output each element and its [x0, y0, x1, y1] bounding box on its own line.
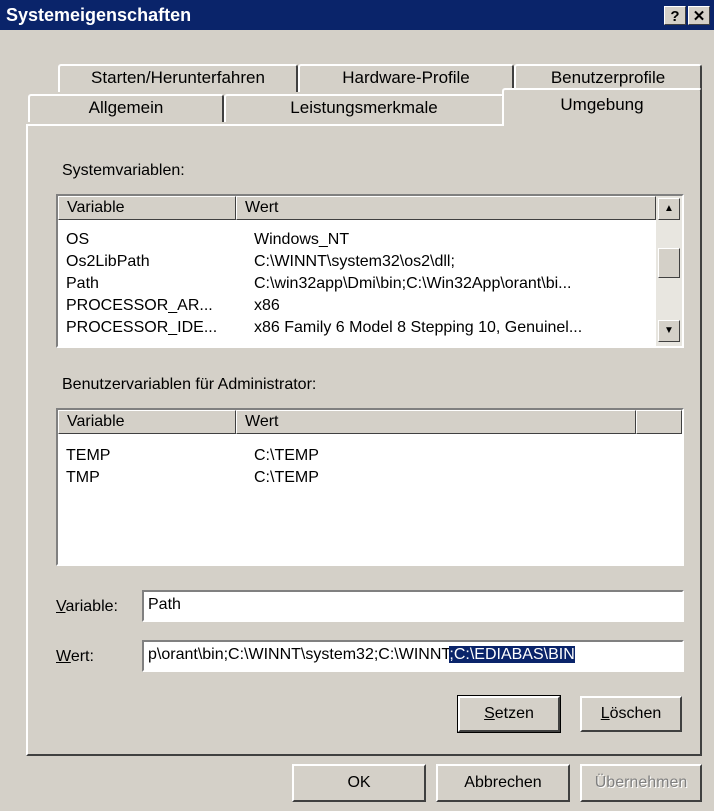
cell-wert: Windows_NT [254, 231, 350, 248]
tab-allgemein[interactable]: Allgemein [28, 94, 224, 122]
tab-label: Allgemein [88, 98, 164, 117]
vertical-scrollbar[interactable]: ▲ ▼ [656, 196, 682, 346]
systemvariablen-label: Systemvariablen: [62, 162, 185, 179]
help-button[interactable]: ? [664, 6, 686, 25]
title-bar: Systemeigenschaften ? ✕ [0, 0, 714, 30]
window-title: Systemeigenschaften [6, 5, 192, 25]
tab-starten[interactable]: Starten/Herunterfahren [58, 64, 298, 92]
tab-leistungsmerkmale[interactable]: Leistungsmerkmale [224, 94, 504, 122]
user-variables-list[interactable]: Variable Wert TEMP C:\TEMP TMP C:\TEMP [56, 408, 684, 566]
cell-variable: TEMP [66, 447, 111, 464]
cell-variable: Os2LibPath [66, 253, 150, 270]
help-icon: ? [670, 8, 680, 25]
tab-hardware-profile[interactable]: Hardware-Profile [298, 64, 514, 92]
cell-variable: PROCESSOR_IDE... [66, 319, 218, 336]
cell-wert: x86 [254, 297, 280, 314]
uebernehmen-button[interactable]: Übernehmen [580, 764, 702, 802]
column-header-wert[interactable]: Wert [236, 410, 636, 434]
column-header-variable[interactable]: Variable [58, 410, 236, 434]
cell-wert: C:\win32app\Dmi\bin;C:\Win32App\orant\bi… [254, 275, 572, 292]
tab-label: Starten/Herunterfahren [91, 68, 265, 87]
wert-input[interactable]: p\orant\bin;C:\WINNT\system32;C:\WINNT;C… [142, 640, 684, 672]
cell-variable: TMP [66, 469, 100, 486]
close-button[interactable]: ✕ [688, 6, 710, 25]
cell-wert: C:\TEMP [254, 447, 319, 464]
scroll-down-button[interactable]: ▼ [658, 320, 680, 342]
variable-label: Variable: [56, 598, 118, 615]
tab-label: Umgebung [560, 95, 644, 114]
tab-label: Hardware-Profile [342, 68, 470, 87]
variable-input[interactable]: Path [142, 590, 684, 622]
wert-selected-text: ;C:\EDIABAS\BIN [449, 646, 575, 663]
benutzervariablen-label: Benutzervariablen für Administrator: [62, 376, 317, 393]
arrow-down-icon: ▼ [664, 325, 674, 336]
cell-variable: PROCESSOR_AR... [66, 297, 213, 314]
column-header-variable[interactable]: Variable [58, 196, 236, 220]
scroll-thumb[interactable] [658, 248, 680, 278]
cell-variable: Path [66, 275, 99, 292]
cell-wert: x86 Family 6 Model 8 Stepping 10, Genuin… [254, 319, 583, 336]
abbrechen-button[interactable]: Abbrechen [436, 764, 570, 802]
cell-variable: OS [66, 231, 90, 248]
tab-umgebung[interactable]: Umgebung [502, 88, 702, 126]
loeschen-button[interactable]: Löschen [580, 696, 682, 732]
close-icon: ✕ [692, 8, 706, 25]
setzen-button[interactable]: Setzen [457, 695, 561, 733]
cell-wert: C:\TEMP [254, 469, 319, 486]
tab-label: Leistungsmerkmale [290, 98, 438, 117]
ok-button[interactable]: OK [292, 764, 426, 802]
cell-wert: C:\WINNT\system32\os2\dll; [254, 253, 455, 270]
column-header-wert[interactable]: Wert [236, 196, 656, 220]
arrow-up-icon: ▲ [664, 203, 674, 214]
scroll-up-button[interactable]: ▲ [658, 198, 680, 220]
wert-label: Wert: [56, 648, 94, 665]
wert-text: p\orant\bin;C:\WINNT\system32;C:\WINNT [148, 646, 450, 663]
tab-label: Benutzerprofile [550, 68, 666, 87]
column-header-empty [636, 410, 682, 434]
system-variables-list[interactable]: Variable Wert OS Windows_NT Os2LibPath C:\… [56, 194, 684, 348]
